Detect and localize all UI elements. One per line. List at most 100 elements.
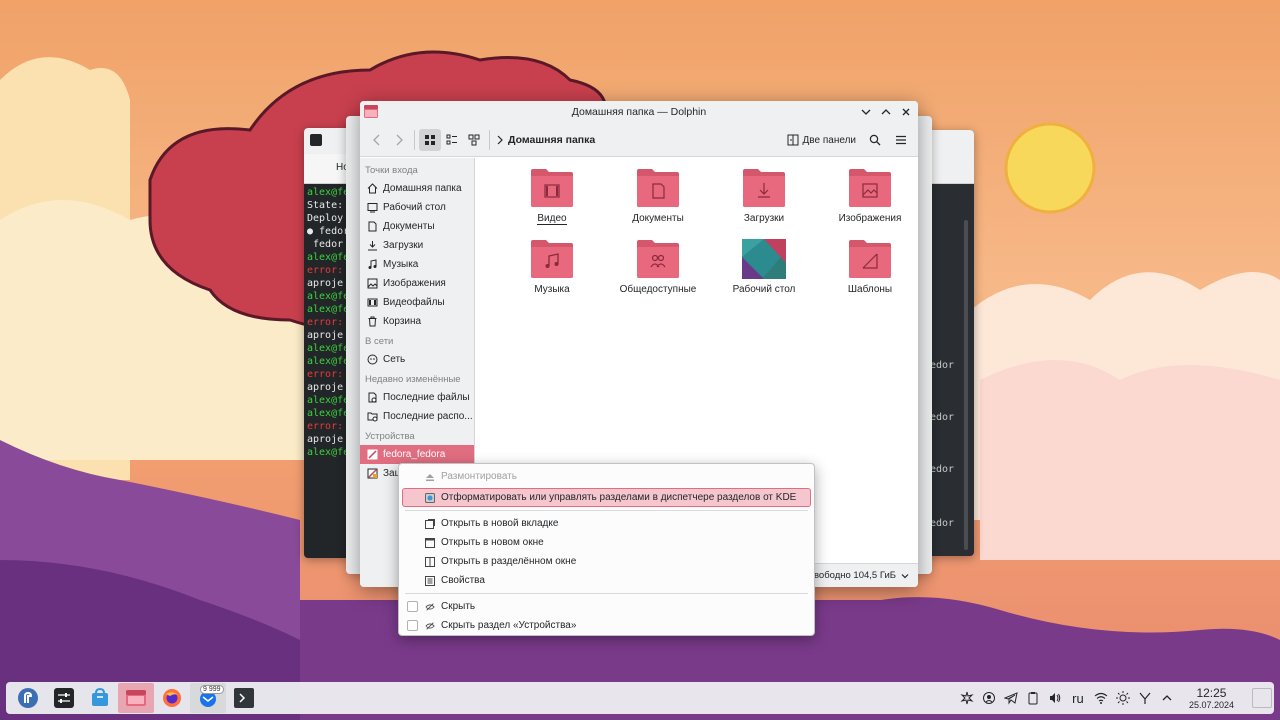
dolphin-taskbar-button[interactable] xyxy=(118,683,154,713)
network-icon xyxy=(366,354,378,366)
places-item[interactable]: Изображения xyxy=(360,274,474,293)
music-icon xyxy=(366,259,378,271)
chevron-down-icon[interactable] xyxy=(900,571,910,581)
file-item[interactable]: Видео xyxy=(499,168,605,225)
trash-icon xyxy=(366,316,378,328)
file-item[interactable]: Документы xyxy=(605,168,711,225)
details-view-button[interactable] xyxy=(463,129,485,151)
context-menu-item[interactable]: Открыть в разделённом окне xyxy=(399,552,814,571)
notification-badge: 9 999 xyxy=(200,685,224,694)
context-menu-item[interactable]: Свойства xyxy=(399,571,814,590)
split-view-button[interactable]: Две панели xyxy=(783,129,860,151)
file-name: Музыка xyxy=(534,284,570,295)
minimize-button[interactable] xyxy=(858,104,874,120)
places-item[interactable]: Музыка xyxy=(360,255,474,274)
firefox-taskbar-button[interactable] xyxy=(154,683,190,713)
system-settings-taskbar-button[interactable] xyxy=(46,683,82,713)
places-item[interactable]: Корзина xyxy=(360,312,474,331)
context-menu-label: Размонтировать xyxy=(441,471,517,482)
home-icon xyxy=(366,183,378,195)
places-item-label: Изображения xyxy=(383,278,446,289)
split-window-icon xyxy=(425,556,435,567)
dolphin-titlebar[interactable]: Домашняя папка — Dolphin xyxy=(360,101,918,123)
tray-expand-icon[interactable] xyxy=(959,690,975,706)
places-item-label: Последние распо... xyxy=(383,411,473,422)
icons-view-button[interactable] xyxy=(419,128,441,151)
network-vpn-icon[interactable] xyxy=(1137,690,1153,706)
taskbar: 9 999 ru 12:25 25.07.2024 xyxy=(6,682,1274,714)
places-item-label: Документы xyxy=(383,221,435,232)
wifi-icon[interactable] xyxy=(1093,690,1109,706)
file-item[interactable]: Музыка xyxy=(499,239,605,295)
close-button[interactable] xyxy=(898,104,914,120)
compact-view-icon xyxy=(446,134,457,144)
fedora-logo-icon xyxy=(18,688,38,708)
toolbar-separator xyxy=(489,129,490,150)
file-item[interactable]: Общедоступные xyxy=(605,239,711,295)
back-button[interactable] xyxy=(366,129,388,151)
places-item[interactable]: Документы xyxy=(360,217,474,236)
clock[interactable]: 12:25 25.07.2024 xyxy=(1188,686,1234,710)
places-section-header[interactable]: В сети xyxy=(360,331,474,350)
places-item[interactable]: Загрузки xyxy=(360,236,474,255)
app-launcher-button[interactable] xyxy=(10,683,46,713)
keyboard-layout-indicator[interactable]: ru xyxy=(1069,690,1087,706)
places-item-label: Сеть xyxy=(383,354,406,365)
split-panel-icon xyxy=(787,134,799,146)
pictures-icon xyxy=(366,278,378,290)
drive-icon xyxy=(366,449,378,461)
places-item-label: Домашняя папка xyxy=(383,183,462,194)
places-item[interactable]: Видеофайлы xyxy=(360,293,474,312)
places-item[interactable]: Сеть xyxy=(360,350,474,369)
breadcrumb-current[interactable]: Домашняя папка xyxy=(508,134,595,146)
context-menu-item[interactable]: Открыть в новой вкладке xyxy=(399,514,814,533)
context-menu-item[interactable]: Скрыть раздел «Устройства» xyxy=(399,616,814,635)
menu-checkbox[interactable] xyxy=(407,620,418,631)
discover-taskbar-button[interactable] xyxy=(82,683,118,713)
close-icon xyxy=(902,108,910,116)
context-menu-label: Открыть в новой вкладке xyxy=(441,518,559,529)
file-item[interactable]: Загрузки xyxy=(711,168,817,225)
terminal-taskbar-button[interactable] xyxy=(226,683,262,713)
toolbar-separator xyxy=(414,129,415,150)
places-section-header[interactable]: Точки входа xyxy=(360,160,474,179)
places-section-header[interactable]: Недавно изменённые xyxy=(360,369,474,388)
context-menu: Размонтировать Отформатировать или управл… xyxy=(398,463,815,636)
places-item[interactable]: fedora_fedora xyxy=(360,445,474,464)
downloads-folder-icon xyxy=(743,169,785,207)
tray-arrow-up-icon[interactable] xyxy=(1159,690,1175,706)
context-menu-item: Размонтировать xyxy=(399,467,814,486)
places-item[interactable]: Последние файлы xyxy=(360,388,474,407)
maximize-button[interactable] xyxy=(878,104,894,120)
menu-checkbox[interactable] xyxy=(407,601,418,612)
hamburger-menu-button[interactable] xyxy=(890,129,912,151)
dolphin-toolbar: Домашняя папка Две панели xyxy=(360,123,918,157)
file-item[interactable]: Рабочий стол xyxy=(711,239,817,295)
brightness-icon[interactable] xyxy=(1115,690,1131,706)
forward-button[interactable] xyxy=(388,129,410,151)
clock-date: 25.07.2024 xyxy=(1188,699,1234,710)
pictures-folder-icon xyxy=(849,169,891,207)
volume-icon[interactable] xyxy=(1047,690,1063,706)
documents-folder-icon xyxy=(637,169,679,207)
file-item[interactable]: Шаблоны xyxy=(817,239,918,295)
places-item[interactable]: Рабочий стол xyxy=(360,198,474,217)
remote-desktop-icon[interactable] xyxy=(981,690,997,706)
show-desktop-button[interactable] xyxy=(1252,688,1272,708)
thunderbird-taskbar-button[interactable]: 9 999 xyxy=(190,683,226,713)
search-button[interactable] xyxy=(864,129,886,151)
right-window-scrollbar[interactable] xyxy=(964,220,968,550)
places-item[interactable]: Домашняя папка xyxy=(360,179,474,198)
file-item[interactable]: Изображения xyxy=(817,168,918,225)
places-section-header[interactable]: Устройства xyxy=(360,426,474,445)
breadcrumb[interactable]: Домашняя папка xyxy=(496,134,595,146)
context-menu-item[interactable]: Скрыть xyxy=(399,597,814,616)
context-menu-item[interactable]: Отформатировать или управлять разделами … xyxy=(402,488,811,507)
recent-locations-icon xyxy=(366,411,378,423)
clipboard-icon[interactable] xyxy=(1025,690,1041,706)
compact-view-button[interactable] xyxy=(441,129,463,151)
context-menu-item[interactable]: Открыть в новом окне xyxy=(399,533,814,552)
telegram-icon[interactable] xyxy=(1003,690,1019,706)
places-item-label: Загрузки xyxy=(383,240,424,251)
places-item[interactable]: Последние распо... xyxy=(360,407,474,426)
